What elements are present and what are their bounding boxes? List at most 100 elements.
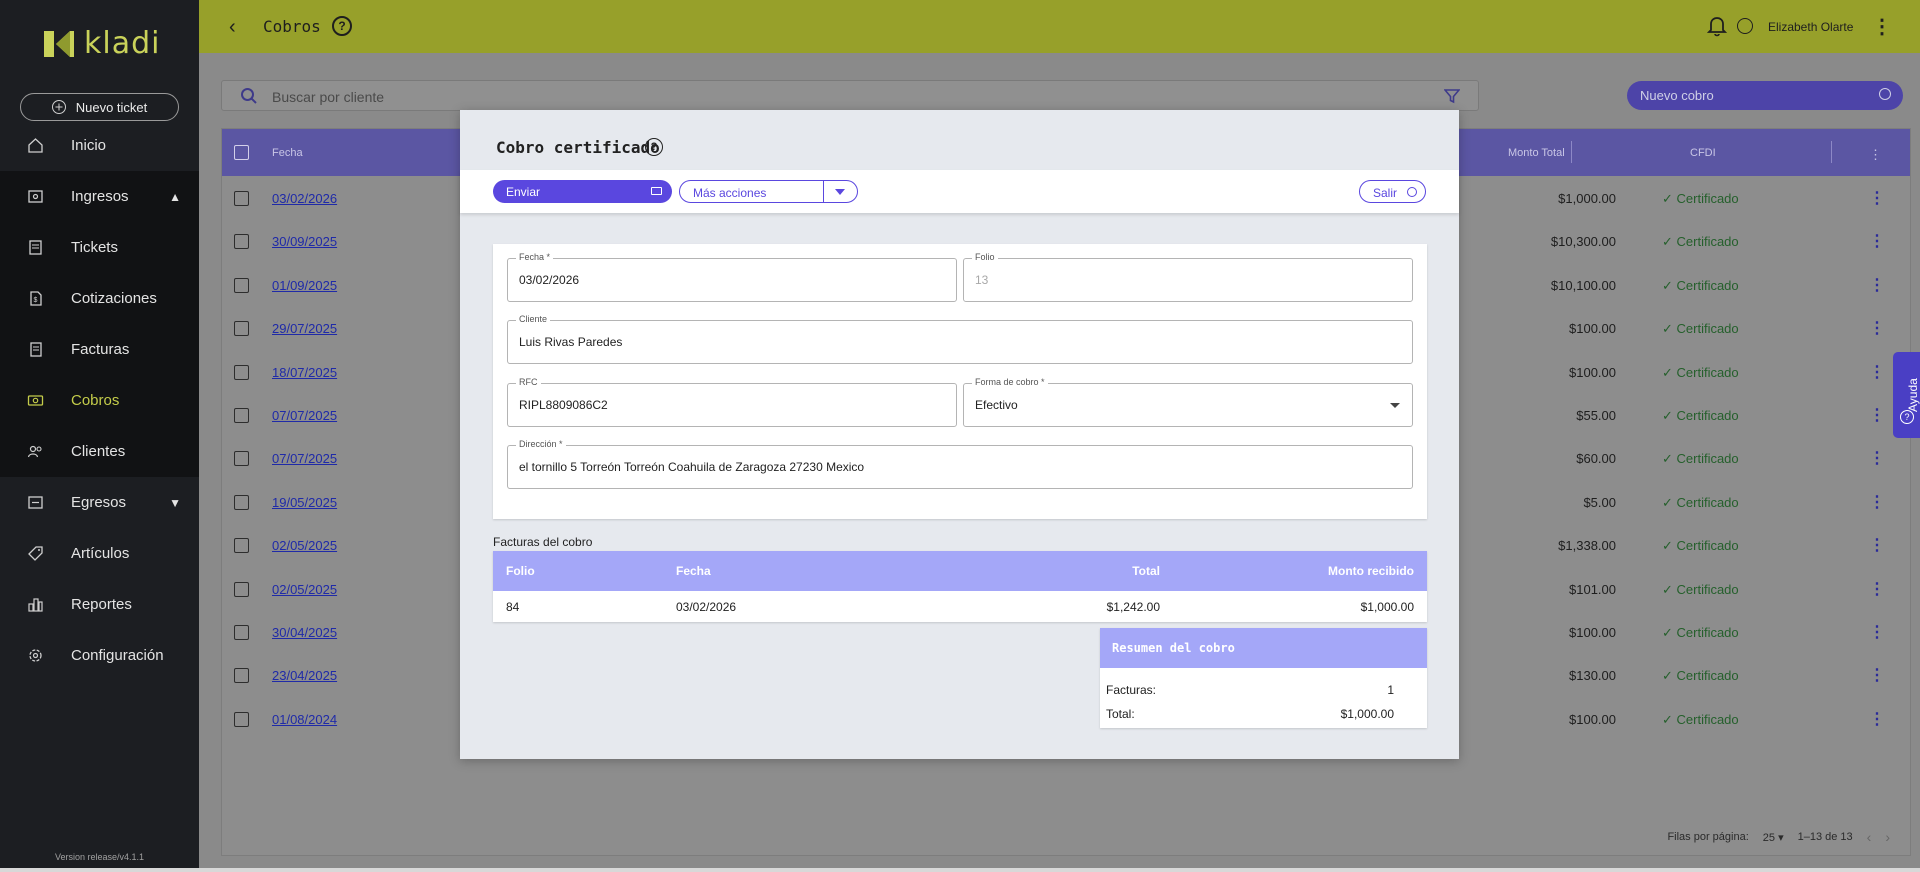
search-bar[interactable]: Buscar por cliente bbox=[221, 80, 1479, 111]
help-icon[interactable]: ? bbox=[332, 16, 352, 36]
chevron-up-icon[interactable]: ▲ bbox=[169, 190, 181, 204]
row-more-vert-icon[interactable]: ⋮ bbox=[1869, 579, 1885, 599]
exit-button[interactable]: Salir bbox=[1359, 180, 1426, 203]
row-cfdi-status: ✓ Certificado bbox=[1662, 625, 1739, 640]
row-checkbox[interactable] bbox=[234, 234, 249, 250]
prev-page-icon[interactable]: ‹ bbox=[1867, 829, 1872, 845]
row-checkbox[interactable] bbox=[234, 408, 249, 423]
sidebar-item-clientes[interactable]: Clientes bbox=[0, 426, 199, 477]
sidebar-item-cobros[interactable]: Cobros bbox=[0, 375, 199, 426]
sidebar-item-tickets[interactable]: Tickets bbox=[0, 222, 199, 273]
row-date-link[interactable]: 23/04/2025 bbox=[272, 668, 337, 683]
row-date-link[interactable]: 07/07/2025 bbox=[272, 451, 337, 466]
row-more-vert-icon[interactable]: ⋮ bbox=[1869, 622, 1885, 642]
split-divider bbox=[823, 181, 824, 202]
help-question-icon: ? bbox=[1900, 410, 1914, 424]
row-more-vert-icon[interactable]: ⋮ bbox=[1869, 448, 1885, 468]
row-date-link[interactable]: 02/05/2025 bbox=[272, 582, 337, 597]
row-more-vert-icon[interactable]: ⋮ bbox=[1869, 318, 1885, 338]
more-actions-dropdown[interactable]: Más acciones bbox=[679, 180, 858, 203]
exit-label: Salir bbox=[1373, 186, 1398, 200]
row-cfdi-status: ✓ Certificado bbox=[1662, 234, 1739, 250]
chevron-down-icon[interactable]: ▼ bbox=[169, 496, 181, 510]
rfc-field[interactable]: RFC RIPL8809086C2 bbox=[507, 377, 957, 427]
row-date-link[interactable]: 01/08/2024 bbox=[272, 712, 337, 727]
fecha-field[interactable]: Fecha * 03/02/2026 bbox=[507, 252, 957, 302]
rows-per-page-select[interactable]: 25 ▾ bbox=[1763, 831, 1784, 844]
more-vert-icon[interactable]: ⋮ bbox=[1869, 147, 1882, 163]
user-avatar-icon[interactable] bbox=[1737, 18, 1753, 34]
row-checkbox[interactable] bbox=[234, 451, 249, 467]
row-checkbox[interactable] bbox=[234, 538, 249, 554]
sidebar-item-cotizaciones[interactable]: $ Cotizaciones bbox=[0, 273, 199, 324]
back-arrow-icon[interactable]: ‹ bbox=[229, 16, 236, 39]
bell-icon[interactable] bbox=[1707, 15, 1727, 37]
row-checkbox[interactable] bbox=[234, 191, 249, 206]
row-date-link[interactable]: 01/09/2025 bbox=[272, 278, 337, 293]
row-date-link[interactable]: 30/04/2025 bbox=[272, 625, 337, 640]
resumen-title: Resumen del cobro bbox=[1100, 628, 1427, 668]
sidebar-item-articulos[interactable]: Artículos bbox=[0, 528, 199, 579]
new-cobro-button[interactable]: Nuevo cobro bbox=[1627, 81, 1903, 110]
row-checkbox[interactable] bbox=[234, 364, 249, 380]
row-more-vert-icon[interactable]: ⋮ bbox=[1869, 709, 1885, 729]
row-date-link[interactable]: 19/05/2025 bbox=[272, 495, 337, 510]
column-header-fecha[interactable]: Fecha bbox=[272, 147, 303, 159]
help-side-tab[interactable]: Ayuda ? bbox=[1893, 352, 1920, 438]
row-cfdi-status: ✓ Certificado bbox=[1662, 191, 1739, 206]
row-more-vert-icon[interactable]: ⋮ bbox=[1869, 188, 1885, 208]
more-vert-icon[interactable]: ⋮ bbox=[1872, 14, 1892, 39]
row-checkbox[interactable] bbox=[234, 321, 249, 337]
row-checkbox[interactable] bbox=[234, 581, 249, 597]
factura-monto-recibido: $1,000.00 bbox=[1360, 600, 1414, 614]
sidebar-item-inicio[interactable]: Inicio bbox=[0, 120, 199, 171]
row-date-link[interactable]: 18/07/2025 bbox=[272, 365, 337, 380]
row-checkbox[interactable] bbox=[234, 625, 249, 640]
forma-cobro-select[interactable]: Forma de cobro * Efectivo bbox=[963, 377, 1413, 427]
direccion-field[interactable]: Dirección * el tornillo 5 Torreón Torreó… bbox=[507, 439, 1413, 489]
select-all-checkbox[interactable] bbox=[234, 145, 249, 160]
row-checkbox[interactable] bbox=[234, 711, 249, 727]
row-date-link[interactable]: 29/07/2025 bbox=[272, 321, 337, 336]
row-more-vert-icon[interactable]: ⋮ bbox=[1869, 492, 1885, 512]
row-date-link[interactable]: 03/02/2026 bbox=[272, 191, 337, 206]
mail-icon bbox=[651, 187, 662, 195]
column-header-monto[interactable]: Monto Total bbox=[1508, 147, 1565, 159]
clients-icon bbox=[26, 443, 44, 461]
row-date-link[interactable]: 02/05/2025 bbox=[272, 538, 337, 553]
row-date-link[interactable]: 30/09/2025 bbox=[272, 234, 337, 249]
sidebar-item-facturas[interactable]: Facturas bbox=[0, 324, 199, 375]
resumen-total-label: Total: bbox=[1106, 707, 1135, 721]
column-header-cfdi[interactable]: CFDI bbox=[1690, 147, 1716, 159]
search-input[interactable]: Buscar por cliente bbox=[272, 89, 384, 105]
sidebar-item-label: Cotizaciones bbox=[71, 290, 157, 307]
caret-down-icon[interactable] bbox=[835, 189, 845, 195]
sidebar-item-configuracion[interactable]: Configuración bbox=[0, 630, 199, 681]
filter-icon[interactable] bbox=[1444, 88, 1460, 104]
row-more-vert-icon[interactable]: ⋮ bbox=[1869, 275, 1885, 295]
send-button[interactable]: Enviar bbox=[493, 180, 672, 203]
sidebar-item-egresos[interactable]: Egresos ▼ bbox=[0, 477, 199, 528]
caret-down-icon[interactable] bbox=[1390, 403, 1400, 408]
next-page-icon[interactable]: › bbox=[1885, 829, 1890, 845]
row-checkbox[interactable] bbox=[234, 494, 249, 510]
row-date-link[interactable]: 07/07/2025 bbox=[272, 408, 337, 423]
new-cobro-label: Nuevo cobro bbox=[1640, 88, 1714, 103]
user-name[interactable]: Elizabeth Olarte bbox=[1768, 20, 1853, 34]
sidebar-item-ingresos[interactable]: Ingresos ▲ bbox=[0, 171, 199, 222]
new-ticket-button[interactable]: Nuevo ticket bbox=[20, 93, 179, 121]
row-cfdi-status: ✓ Certificado bbox=[1662, 321, 1739, 337]
row-checkbox[interactable] bbox=[234, 277, 249, 293]
kladi-logo[interactable]: kladi bbox=[44, 26, 160, 61]
row-more-vert-icon[interactable]: ⋮ bbox=[1869, 405, 1885, 425]
row-more-vert-icon[interactable]: ⋮ bbox=[1869, 665, 1885, 685]
row-more-vert-icon[interactable]: ⋮ bbox=[1869, 231, 1885, 251]
row-more-vert-icon[interactable]: ⋮ bbox=[1869, 535, 1885, 555]
row-checkbox[interactable] bbox=[234, 668, 249, 684]
sidebar-item-label: Artículos bbox=[71, 545, 130, 562]
help-icon[interactable]: ? bbox=[645, 138, 663, 156]
cliente-field[interactable]: Cliente Luis Rivas Paredes bbox=[507, 314, 1413, 364]
row-more-vert-icon[interactable]: ⋮ bbox=[1869, 362, 1885, 382]
sidebar-item-reportes[interactable]: Reportes bbox=[0, 579, 199, 630]
sidebar-nav: Inicio Ingresos ▲ Tickets $ Cotizaciones bbox=[0, 120, 199, 681]
